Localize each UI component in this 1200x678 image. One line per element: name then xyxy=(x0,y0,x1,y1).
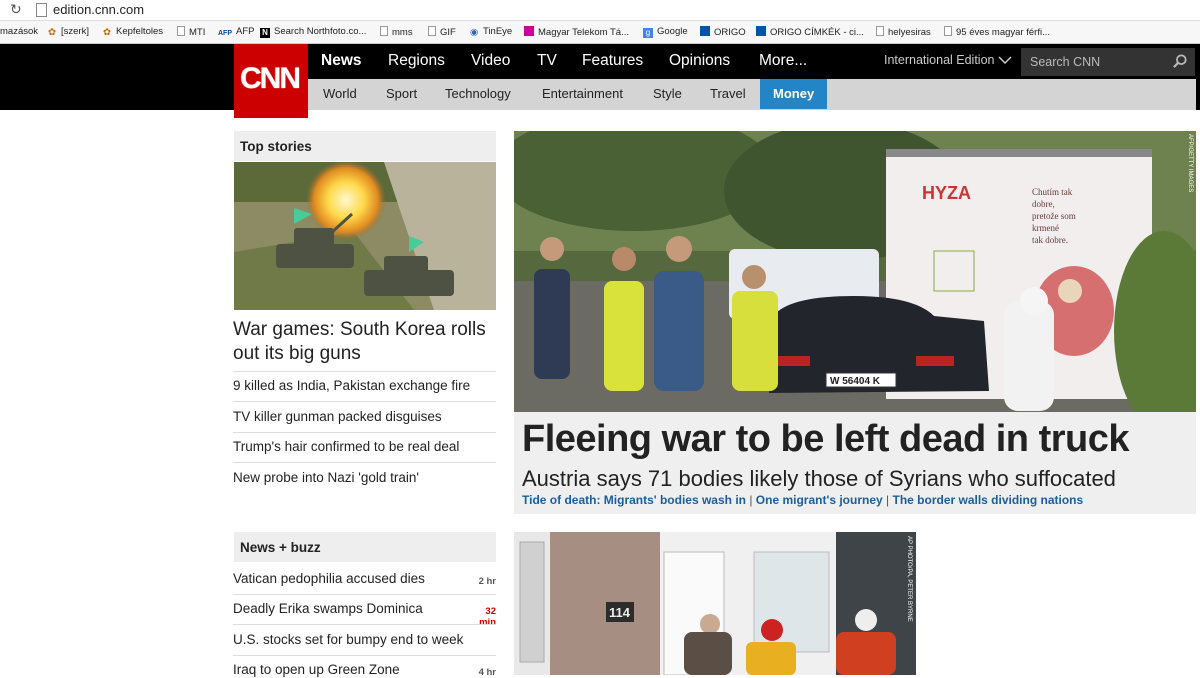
story-link[interactable]: TV killer gunman packed disguises xyxy=(233,409,497,424)
nav-opinions[interactable]: Opinions xyxy=(669,52,730,70)
divider xyxy=(233,371,496,372)
tineye-favicon-icon: ◉ xyxy=(470,27,479,38)
photo-credit: AFP/GETTY IMAGES xyxy=(1187,134,1193,193)
related-link[interactable]: Tide of death: Migrants' bodies wash in xyxy=(522,493,746,507)
bookmark-item[interactable]: ORIGO CÍMKÉK - ci... xyxy=(756,26,864,38)
search-input[interactable]: Search CNN xyxy=(1030,55,1100,69)
flood-photo[interactable]: 114 xyxy=(514,532,916,675)
svg-text:Chutím tak: Chutím tak xyxy=(1032,187,1073,197)
page-icon xyxy=(36,3,47,17)
bookmarks-bar: mazások ✿ [szerk] ✿ Kepfeltoles MTI AFP AFP… xyxy=(0,21,1200,44)
bookmark-item[interactable]: Magyar Telekom Tá... xyxy=(524,26,629,38)
divider xyxy=(233,432,496,433)
divider xyxy=(233,462,496,463)
google-favicon-icon: g xyxy=(643,28,653,38)
buzz-link[interactable]: U.S. stocks set for bumpy end to week xyxy=(233,632,497,647)
hero-photo[interactable]: HYZA Chutím tak dobre, pretože som krmen… xyxy=(514,131,1196,412)
story-link[interactable]: New probe into Nazi 'gold train' xyxy=(233,470,497,485)
telekom-favicon-icon xyxy=(524,26,534,36)
bookmark-item[interactable]: MTI xyxy=(177,26,205,38)
origo-favicon-icon xyxy=(756,26,766,36)
edition-selector[interactable]: International Edition xyxy=(884,53,995,67)
subnav-entertainment[interactable]: Entertainment xyxy=(542,86,623,101)
subnav-sport[interactable]: Sport xyxy=(386,86,417,101)
svg-text:tak dobre.: tak dobre. xyxy=(1032,235,1068,245)
svg-text:krmené: krmené xyxy=(1032,223,1059,233)
buzz-timestamp: 4 hr xyxy=(478,667,496,678)
subnav-style[interactable]: Style xyxy=(653,86,682,101)
house-number: 114 xyxy=(609,605,631,620)
photo-credit: AP PHOTO/PA, PETER BYRNE xyxy=(906,536,912,622)
story-link[interactable]: 9 killed as India, Pakistan exchange fir… xyxy=(233,378,497,393)
nav-video[interactable]: Video xyxy=(471,52,510,70)
hero-subheadline[interactable]: Austria says 71 bodies likely those of S… xyxy=(522,466,1116,492)
top-stories-header: Top stories xyxy=(234,131,496,161)
license-plate: W 56404 K xyxy=(830,376,881,387)
buzz-link[interactable]: Deadly Erika swamps Dominica xyxy=(233,601,497,616)
page-icon xyxy=(380,26,388,36)
bookmark-item[interactable]: 95 éves magyar férfi... xyxy=(944,26,1050,38)
reload-icon[interactable]: ↻ xyxy=(10,1,22,18)
bookmark-item[interactable]: GIF xyxy=(428,26,456,38)
related-link[interactable]: One migrant's journey xyxy=(756,493,883,507)
truck-brand: HYZA xyxy=(922,183,971,203)
divider xyxy=(233,624,496,625)
subnav-world[interactable]: World xyxy=(323,86,357,101)
page-icon xyxy=(428,26,436,36)
subnav-travel[interactable]: Travel xyxy=(710,86,746,101)
address-bar[interactable]: ↻ edition.cnn.com xyxy=(0,0,1200,21)
cnn-logo[interactable]: CNN xyxy=(234,44,308,118)
buzz-timestamp: 2 hr xyxy=(478,576,496,587)
bookmark-item[interactable]: N Search Northfoto.co... xyxy=(260,26,366,38)
bookmark-item[interactable]: ◉ TinEye xyxy=(470,26,512,38)
lead-headline[interactable]: War games: South Korea rolls out its big… xyxy=(233,318,503,366)
nav-tv[interactable]: TV xyxy=(537,52,557,70)
bookmark-item[interactable]: helyesiras xyxy=(876,26,931,38)
search-box[interactable]: Search CNN xyxy=(1021,48,1195,76)
bookmark-item[interactable]: ✿ Kepfeltoles xyxy=(103,26,163,38)
bookmark-item[interactable]: AFP AFP xyxy=(218,26,254,40)
subnav-money[interactable]: Money xyxy=(760,79,827,109)
page-icon xyxy=(944,26,952,36)
bookmark-item[interactable]: mms xyxy=(380,26,413,38)
subnav-money-label: Money xyxy=(773,86,815,101)
nav-more[interactable]: More... xyxy=(759,52,807,70)
bookmark-item[interactable]: mazások xyxy=(0,26,38,37)
divider xyxy=(233,655,496,656)
url-text[interactable]: edition.cnn.com xyxy=(53,2,144,17)
nav-features[interactable]: Features xyxy=(582,52,643,70)
bookmark-favicon-icon: ✿ xyxy=(48,27,56,38)
buzz-link[interactable]: Vatican pedophilia accused dies xyxy=(233,571,497,586)
chevron-down-icon[interactable] xyxy=(998,56,1012,65)
hero-headline[interactable]: Fleeing war to be left dead in truck xyxy=(522,418,1130,461)
search-icon[interactable] xyxy=(1173,54,1187,68)
svg-text:dobre,: dobre, xyxy=(1032,199,1055,209)
news-buzz-header: News + buzz xyxy=(234,532,496,562)
tank-photo[interactable] xyxy=(234,162,496,310)
origo-favicon-icon xyxy=(700,26,710,36)
related-link[interactable]: The border walls dividing nations xyxy=(892,493,1083,507)
logo-text: CNN xyxy=(240,62,301,95)
bookmark-item[interactable]: g Google xyxy=(643,26,688,38)
bookmark-favicon-icon: ✿ xyxy=(103,27,111,38)
divider xyxy=(233,401,496,402)
nav-regions[interactable]: Regions xyxy=(388,52,445,70)
northfoto-favicon-icon: N xyxy=(260,28,270,38)
story-link[interactable]: Trump's hair confirmed to be real deal xyxy=(233,439,497,454)
afp-favicon-icon: AFP xyxy=(218,30,232,37)
bookmark-item[interactable]: ORIGO xyxy=(700,26,746,38)
page-icon xyxy=(876,26,884,36)
hero-related-links: Tide of death: Migrants' bodies wash in … xyxy=(522,493,1083,507)
subnav-technology[interactable]: Technology xyxy=(445,86,511,101)
page-icon xyxy=(177,26,185,36)
nav-news[interactable]: News xyxy=(321,52,362,70)
divider xyxy=(233,594,496,595)
svg-text:pretože som: pretože som xyxy=(1032,211,1076,221)
bookmark-item[interactable]: ✿ [szerk] xyxy=(48,26,89,38)
